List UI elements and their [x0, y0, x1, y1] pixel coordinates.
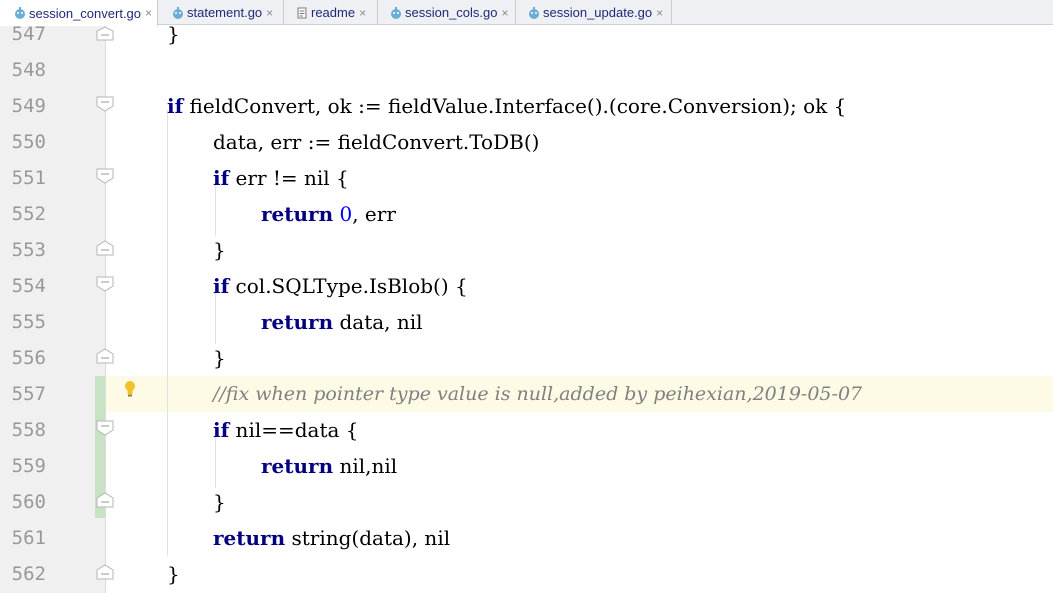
code-line-555[interactable]: return data, nil [261, 304, 423, 340]
keyword: return [261, 454, 334, 478]
indent-guide [167, 110, 168, 556]
fold-end-icon[interactable] [96, 348, 114, 364]
keyword: if [213, 166, 230, 190]
code-line-556[interactable]: } [213, 340, 226, 376]
fold-end-icon[interactable] [96, 26, 114, 42]
fold-end-icon[interactable] [96, 492, 114, 508]
tab-session-update[interactable]: session_update.go × [516, 0, 672, 25]
close-icon[interactable]: × [359, 6, 366, 20]
close-icon[interactable]: × [502, 6, 509, 20]
code-text: data, err := fieldConvert.ToDB() [213, 130, 540, 154]
line-number: 562 [11, 563, 46, 585]
tab-label: readme [311, 5, 356, 20]
lightbulb-icon[interactable] [123, 380, 137, 398]
fold-start-icon[interactable] [96, 96, 114, 112]
keyword: return [261, 202, 334, 226]
brace: } [213, 490, 226, 514]
code-editor[interactable]: 547 548 549 550 551 552 553 554 555 556 … [0, 26, 1053, 593]
line-number: 561 [11, 527, 46, 549]
code-line-554[interactable]: if col.SQLType.IsBlob() { [213, 268, 468, 304]
tab-session-cols[interactable]: session_cols.go × [378, 0, 516, 25]
tab-readme[interactable]: readme × [284, 0, 378, 25]
tab-label: session_convert.go [29, 5, 142, 21]
code-text: , err [352, 202, 396, 226]
code-line-558[interactable]: if nil==data { [213, 412, 359, 448]
line-number: 554 [11, 275, 46, 297]
fold-end-icon[interactable] [96, 564, 114, 580]
code-line-561[interactable]: return string(data), nil [213, 520, 450, 556]
tab-label: session_update.go [543, 5, 653, 20]
line-number: 557 [11, 383, 46, 405]
keyword: if [167, 94, 184, 118]
line-number: 547 [11, 26, 46, 45]
editor-tab-bar: session_convert.go × statement.go × read… [0, 0, 1053, 26]
go-file-icon [172, 6, 184, 20]
line-number: 558 [11, 419, 46, 441]
line-number: 555 [11, 311, 46, 333]
fold-start-icon[interactable] [96, 420, 114, 436]
code-line-552[interactable]: return 0, err [261, 196, 396, 232]
tab-session-convert[interactable]: session_convert.go × [0, 0, 158, 26]
tab-label: session_cols.go [405, 5, 498, 20]
code-line-559[interactable]: return nil,nil [261, 448, 397, 484]
line-number: 551 [11, 167, 46, 189]
brace: } [167, 562, 180, 586]
line-number: 560 [11, 491, 46, 513]
text-file-icon [296, 6, 308, 20]
code-line-547[interactable]: } [167, 26, 180, 52]
line-number: 549 [11, 95, 46, 117]
fold-start-icon[interactable] [96, 168, 114, 184]
line-number: 552 [11, 203, 46, 225]
code-text: col.SQLType.IsBlob() { [229, 274, 468, 298]
comment: //fix when pointer type value is null,ad… [213, 383, 863, 405]
code-line-560[interactable]: } [213, 484, 226, 520]
go-file-icon [528, 6, 540, 20]
code-text: fieldConvert, ok := fieldValue.Interface… [183, 94, 847, 118]
fold-end-icon[interactable] [96, 240, 114, 256]
line-number: 556 [11, 347, 46, 369]
code-text: string(data), nil [285, 526, 451, 550]
keyword: return [213, 526, 286, 550]
close-icon[interactable]: × [656, 6, 663, 20]
keyword: if [213, 274, 230, 298]
code-line-557[interactable]: //fix when pointer type value is null,ad… [213, 376, 862, 412]
code-text: err != nil { [229, 166, 349, 190]
fold-start-icon[interactable] [96, 276, 114, 292]
tab-statement[interactable]: statement.go × [158, 0, 284, 25]
line-number: 550 [11, 131, 46, 153]
close-icon[interactable]: × [266, 6, 273, 20]
brace: } [213, 346, 226, 370]
code-line-551[interactable]: if err != nil { [213, 160, 349, 196]
line-number: 559 [11, 455, 46, 477]
brace: } [167, 26, 180, 46]
close-icon[interactable]: × [145, 6, 152, 20]
keyword: if [213, 418, 230, 442]
brace: } [213, 238, 226, 262]
go-file-icon [14, 6, 26, 20]
tab-label: statement.go [187, 5, 263, 20]
line-number: 548 [11, 59, 46, 81]
number-literal: 0 [339, 202, 353, 226]
code-line-549[interactable]: if fieldConvert, ok := fieldValue.Interf… [167, 88, 846, 124]
code-text: nil,nil [333, 454, 398, 478]
code-line-562[interactable]: } [167, 556, 180, 592]
keyword: return [261, 310, 334, 334]
go-file-icon [390, 6, 402, 20]
code-line-550[interactable]: data, err := fieldConvert.ToDB() [213, 124, 539, 160]
code-line-553[interactable]: } [213, 232, 226, 268]
code-text: nil==data { [229, 418, 359, 442]
code-text: data, nil [333, 310, 423, 334]
line-number: 553 [11, 239, 46, 261]
